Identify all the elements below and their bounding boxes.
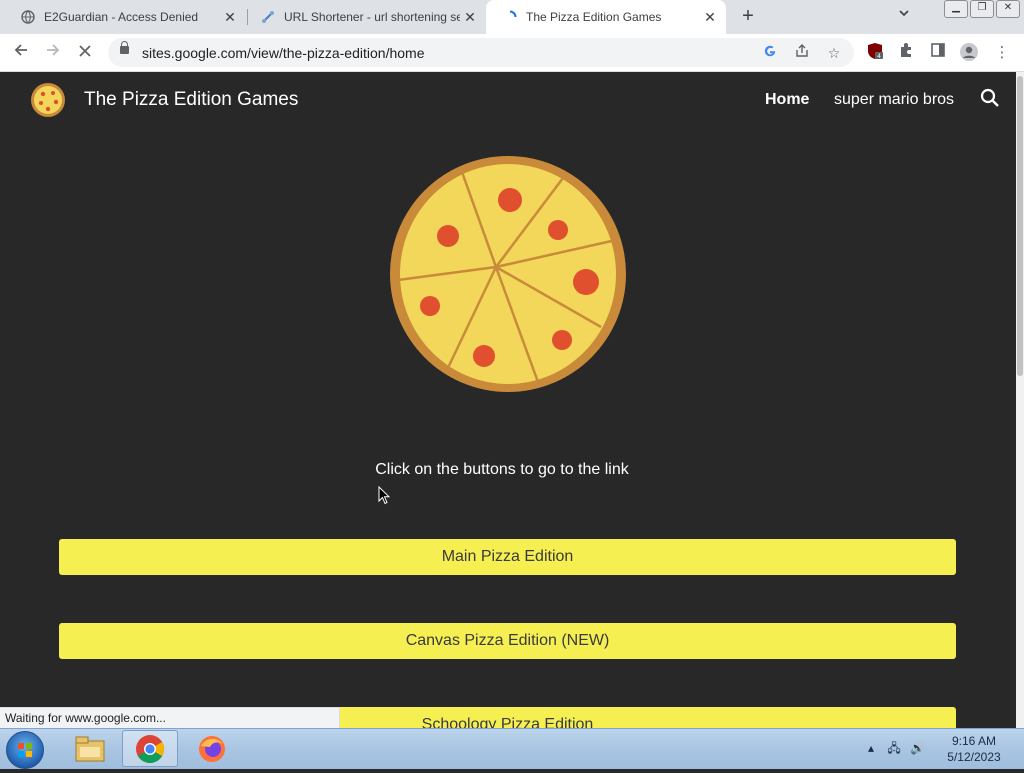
main-pizza-edition-button[interactable]: Main Pizza Edition: [59, 539, 956, 575]
window-controls: ▁ ❐ ✕: [944, 0, 1020, 18]
close-window-button[interactable]: ✕: [996, 0, 1020, 18]
scrollbar-thumb[interactable]: [1017, 76, 1023, 376]
clock-date: 5/12/2023: [947, 750, 1001, 764]
site-header: The Pizza Edition Games Home super mario…: [0, 72, 1016, 128]
forward-button[interactable]: [42, 42, 64, 64]
tab-title: E2Guardian - Access Denied: [44, 10, 199, 24]
instruction-text: Click on the buttons to go to the link: [0, 461, 1016, 479]
lock-icon[interactable]: [120, 41, 129, 54]
google-icon[interactable]: [760, 43, 780, 63]
site-logo-pizza-icon[interactable]: [30, 82, 66, 118]
restore-button[interactable]: ❐: [970, 0, 994, 18]
nav-home-link[interactable]: Home: [765, 91, 809, 109]
tab-e2guardian[interactable]: E2Guardian - Access Denied ✕: [0, 0, 246, 34]
browser-toolbar: sites.google.com/view/the-pizza-edition/…: [0, 34, 1024, 72]
back-button[interactable]: [10, 42, 32, 64]
instruction-label: Click on the buttons to go to the link: [375, 461, 629, 478]
stop-loading-button[interactable]: [74, 42, 96, 64]
start-button[interactable]: [6, 731, 44, 769]
canvas-pizza-edition-button[interactable]: Canvas Pizza Edition (NEW): [59, 623, 956, 659]
network-icon[interactable]: 🖧: [887, 741, 900, 755]
link-icon: [260, 9, 276, 25]
share-icon[interactable]: [792, 43, 812, 63]
url-text[interactable]: sites.google.com/view/the-pizza-edition/…: [142, 45, 424, 61]
system-tray: ▴ 🖧 🔊: [868, 739, 925, 760]
extensions-puzzle-icon[interactable]: [895, 42, 917, 64]
tab-title: URL Shortener - url shortening se: [284, 10, 460, 24]
search-icon[interactable]: [980, 88, 1002, 110]
side-panel-icon[interactable]: [927, 42, 949, 64]
pizza-hero-image: [386, 152, 630, 396]
close-tab-icon[interactable]: ✕: [700, 9, 720, 26]
minimize-button[interactable]: ▁: [944, 0, 968, 18]
site-title[interactable]: The Pizza Edition Games: [84, 89, 298, 111]
tab-search-chevron-icon[interactable]: [894, 7, 914, 27]
file-explorer-taskbar-icon[interactable]: [62, 730, 118, 767]
clock-time: 9:16 AM: [951, 734, 997, 748]
chrome-taskbar-icon[interactable]: [122, 730, 178, 767]
page-scrollbar[interactable]: [1016, 72, 1024, 728]
tab-url-shortener[interactable]: URL Shortener - url shortening se ✕: [248, 0, 486, 34]
bookmark-star-icon[interactable]: ☆: [824, 43, 844, 63]
tab-pizza-edition[interactable]: The Pizza Edition Games ✕: [486, 0, 726, 34]
close-tab-icon[interactable]: ✕: [220, 9, 240, 26]
close-tab-icon[interactable]: ✕: [460, 9, 480, 26]
profile-avatar-icon[interactable]: [958, 42, 980, 64]
windows-taskbar: ▴ 🖧 🔊 9:16 AM 5/12/2023: [0, 728, 1024, 769]
nav-super-mario-link[interactable]: super mario bros: [834, 91, 954, 109]
tab-strip: E2Guardian - Access Denied ✕ URL Shorten…: [0, 0, 1024, 34]
loading-spinner-icon: [502, 9, 518, 25]
site-page: The Pizza Edition Games Home super mario…: [0, 72, 1016, 728]
new-tab-button[interactable]: +: [736, 5, 760, 29]
address-bar[interactable]: sites.google.com/view/the-pizza-edition/…: [108, 38, 854, 67]
globe-icon: [20, 9, 36, 25]
taskbar-clock[interactable]: 9:16 AM 5/12/2023: [942, 733, 1006, 765]
status-bubble: Waiting for www.google.com...: [0, 707, 340, 728]
firefox-taskbar-icon[interactable]: [184, 730, 240, 767]
ublock-extension-icon[interactable]: 4: [864, 42, 886, 64]
mouse-cursor-icon: [378, 485, 391, 505]
volume-icon[interactable]: 🔊: [910, 741, 925, 755]
show-hidden-icons-icon[interactable]: ▴: [868, 741, 874, 755]
tab-title: The Pizza Edition Games: [526, 10, 662, 24]
kebab-menu-icon[interactable]: ⋮: [991, 42, 1013, 64]
